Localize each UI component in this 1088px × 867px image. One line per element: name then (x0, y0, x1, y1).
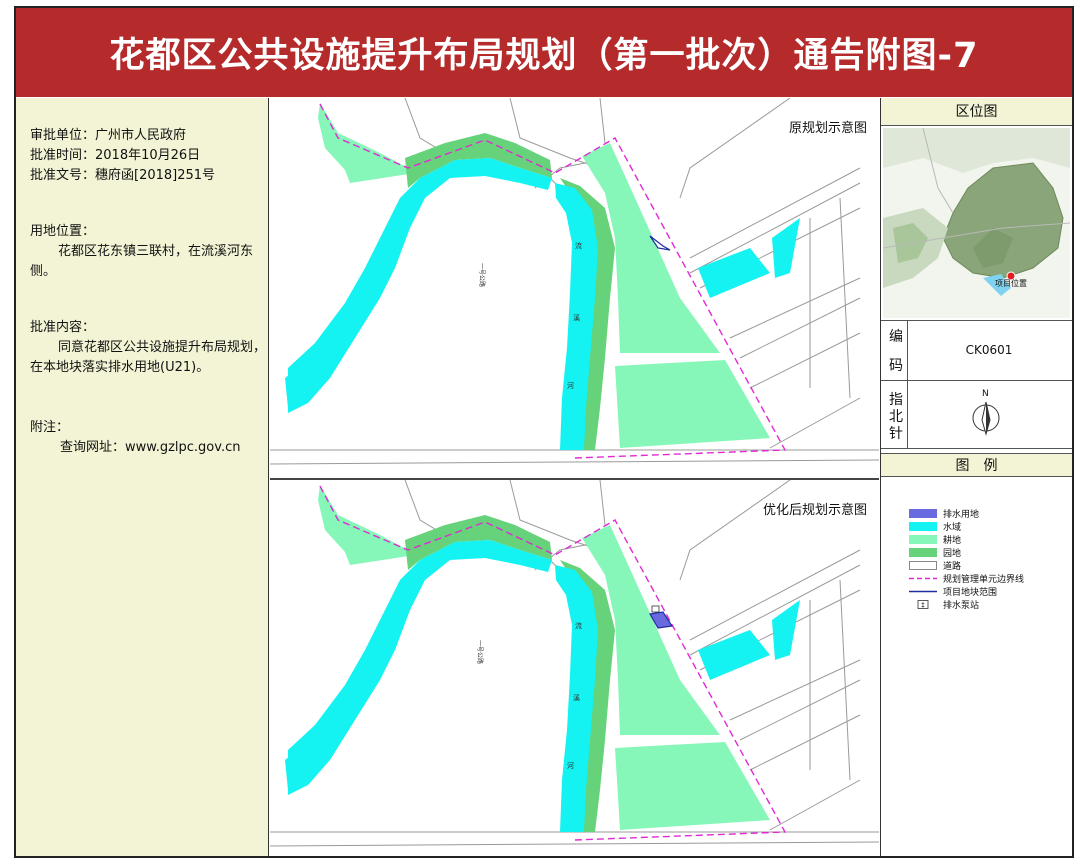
legend-item-water: 水域 (909, 520, 961, 533)
legend-swatch-farmland (909, 534, 937, 544)
code-label-2: 码 (889, 358, 903, 374)
legend-swatch-road (909, 560, 937, 570)
pump-station-icon (651, 605, 660, 613)
original-plan-svg: 流 溪 河 一号公路 (270, 98, 879, 465)
approval-doc: 批准文号：穗府函[2018]251号 (30, 168, 216, 183)
query-url[interactable]: 查询网址：www.gzlpc.gov.cn (60, 438, 296, 458)
note-label: 附注： (30, 420, 70, 435)
legend-item-parcel: 项目地块范围 (909, 585, 997, 598)
location-inset-map: 项目位置 (883, 128, 1070, 318)
legend-item-garden: 园地 (909, 546, 961, 559)
pond-east-1 (698, 248, 770, 298)
north-label-3: 针 (889, 426, 903, 442)
river-char-2: 溪 (573, 313, 580, 322)
legend-swatch-pump-station: ↕ (917, 599, 929, 609)
title-bar: 花都区公共设施提升布局规划（第一批次）通告附图-7 (16, 8, 1072, 97)
original-plan-map: 流 溪 河 一号公路 原规划示意图 (270, 98, 879, 480)
code-value: CK0601 (965, 343, 1013, 357)
approval-time: 批准时间：2018年10月26日 (30, 148, 201, 163)
approval-unit: 审批单位：广州市人民政府 (30, 128, 187, 143)
north-arrow-icon (972, 401, 1000, 436)
legend-item-farmland: 耕地 (909, 533, 961, 546)
project-location-label: 项目位置 (995, 279, 1027, 288)
road-label: 一号公路 (476, 640, 484, 664)
legend-swatch-water (909, 521, 937, 531)
legend-item-road: 道路 (909, 559, 961, 572)
road-label: 一号公路 (478, 263, 486, 287)
north-label-2: 北 (889, 409, 903, 425)
northwest-farmland-strip (318, 103, 415, 183)
optimized-plan-svg: 流 溪 河 一号公路 (270, 480, 879, 847)
content-text: 同意花都区公共设施提升布局规划，在本地块落实排水用地(U21)。 (30, 340, 267, 375)
location-label: 用地位置： (30, 224, 96, 239)
river-char-1: 流 (575, 241, 582, 250)
farmland-south (615, 360, 770, 448)
original-plan-label: 原规划示意图 (788, 117, 867, 136)
legend-title: 图 例 (881, 453, 1072, 477)
northwest-farmland-strip (318, 485, 415, 565)
location-inset-svg (883, 128, 1070, 318)
code-label-1: 编 (889, 329, 903, 345)
legend-swatch-drainage (909, 508, 937, 518)
legend-swatch-garden (909, 547, 937, 557)
content-label: 批准内容： (30, 320, 96, 335)
optimized-plan-label: 优化后规划示意图 (762, 499, 867, 518)
info-panel: 审批单位：广州市人民政府 批准时间：2018年10月26日 批准文号：穗府函[2… (16, 98, 269, 856)
legend-swatch-boundary (909, 577, 937, 579)
page-title: 花都区公共设施提升布局规划（第一批次）通告附图-7 (109, 36, 979, 76)
farmland-south (615, 742, 770, 830)
svg-text:↕: ↕ (920, 601, 926, 609)
river-char-2: 溪 (573, 693, 580, 702)
optimized-plan-map: 流 溪 河 一号公路 优化后规划示意图 (270, 480, 879, 856)
river-char-3: 河 (567, 382, 574, 390)
river-upper (288, 540, 552, 795)
location-text: 花都区花东镇三联村，在流溪河东侧。 (30, 244, 254, 279)
legend-item-drainage: 排水用地 (909, 507, 979, 520)
river-upper (288, 158, 552, 413)
map-area: 流 溪 河 一号公路 原规划示意图 流 溪 河 一号公路 优化后规划示意图 (270, 98, 879, 856)
river-char-1: 流 (575, 621, 582, 630)
legend-item-pump-station: ↕ 排水泵站 (909, 598, 979, 611)
right-sidebar: 区位图 项目位置 编 码 CK0601 指 北 针 N 图 例 排水用地 水域 … (880, 98, 1072, 856)
location-map-title: 区位图 (881, 98, 1072, 126)
pond-east-1 (698, 630, 770, 680)
legend-swatch-parcel (909, 590, 937, 592)
river-char-3: 河 (567, 762, 574, 770)
north-label-1: 指 (889, 392, 903, 408)
legend-item-boundary: 规划管理单元边界线 (909, 572, 1024, 585)
